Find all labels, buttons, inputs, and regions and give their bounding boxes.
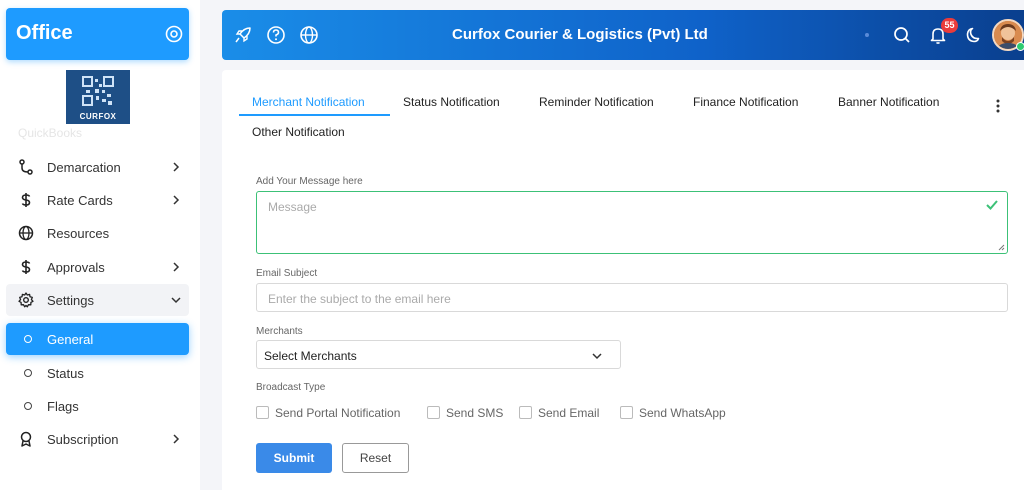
- award-icon: [20, 431, 32, 447]
- tab-reminder-notification[interactable]: Reminder Notification: [539, 95, 654, 109]
- sidebar-item-quickbooks: QuickBooks: [18, 126, 83, 140]
- check-icon: [986, 200, 998, 210]
- help-icon[interactable]: [266, 25, 286, 45]
- qr-code-icon: [82, 76, 114, 106]
- notification-settings-card: Merchant Notification Status Notificatio…: [222, 70, 1024, 490]
- merchants-selected-value: Select Merchants: [264, 349, 357, 363]
- message-label: Add Your Message here: [256, 176, 363, 187]
- email-subject-placeholder: Enter the subject to the email here: [268, 292, 451, 306]
- sidebar-item-label: Approvals: [47, 260, 105, 275]
- sidebar-item-rate-cards[interactable]: Rate Cards: [6, 184, 189, 216]
- sun-icon: [865, 33, 869, 37]
- checkbox-label: Send WhatsApp: [639, 406, 726, 420]
- chevron-right-icon: [173, 195, 180, 205]
- checkbox-label: Send Email: [538, 406, 600, 420]
- tab-finance-notification[interactable]: Finance Notification: [693, 95, 798, 109]
- search-icon[interactable]: [892, 25, 912, 45]
- gear-icon: [18, 292, 34, 308]
- sidebar-item-resources[interactable]: Resources: [6, 217, 189, 249]
- chevron-right-icon: [173, 162, 180, 172]
- company-logo: CURFOX: [66, 70, 130, 124]
- dollar-icon: [21, 193, 31, 207]
- sidebar-item-label: Subscription: [47, 432, 119, 447]
- chevron-down-icon: [592, 353, 602, 360]
- email-subject-input[interactable]: Enter the subject to the email here: [256, 283, 1008, 312]
- company-name: Curfox Courier & Logistics (Pvt) Ltd: [452, 26, 708, 43]
- merchants-select[interactable]: Select Merchants: [256, 340, 621, 369]
- email-subject-label: Email Subject: [256, 268, 318, 279]
- checkbox-box[interactable]: [620, 406, 633, 419]
- circle-icon: [24, 335, 32, 343]
- sidebar-item-label: Resources: [47, 226, 110, 241]
- sidebar-item-subscription[interactable]: Subscription: [6, 423, 189, 455]
- sidebar-item-label: Demarcation: [47, 160, 121, 175]
- sidebar-item-flags[interactable]: Flags: [6, 390, 189, 422]
- tab-merchant-notification[interactable]: Merchant Notification: [252, 95, 365, 109]
- route-icon: [19, 159, 33, 175]
- circle-icon: [24, 402, 32, 410]
- tab-banner-notification[interactable]: Banner Notification: [838, 95, 939, 109]
- sidebar: Office CURFOX QuickBooks Demarcation Rat…: [0, 0, 200, 490]
- globe-icon[interactable]: [299, 25, 319, 45]
- sidebar-item-label: Rate Cards: [47, 193, 113, 208]
- logo-text: CURFOX: [79, 112, 117, 121]
- submit-button[interactable]: Submit: [256, 443, 332, 473]
- sidebar-toggle-icon[interactable]: [165, 25, 183, 43]
- message-textarea[interactable]: Message: [256, 191, 1008, 254]
- sidebar-item-settings[interactable]: Settings: [6, 284, 189, 316]
- sidebar-item-label: Status: [47, 366, 84, 381]
- online-status-dot: [1016, 42, 1024, 51]
- tab-status-notification[interactable]: Status Notification: [403, 95, 500, 109]
- checkbox-label: Send SMS: [446, 406, 504, 420]
- merchants-label: Merchants: [256, 326, 303, 337]
- notification-badge: 55: [941, 18, 958, 33]
- checkbox-label: Send Portal Notification: [275, 406, 401, 420]
- chevron-right-icon: [173, 434, 180, 444]
- sidebar-item-general[interactable]: General: [6, 323, 189, 355]
- checkbox-box[interactable]: [256, 406, 269, 419]
- tab-other-notification[interactable]: Other Notification: [252, 125, 345, 139]
- dollar-icon: [21, 260, 31, 274]
- chevron-down-icon: [171, 297, 181, 304]
- circle-icon: [24, 369, 32, 377]
- sidebar-item-label: Flags: [47, 399, 79, 414]
- reset-button[interactable]: Reset: [342, 443, 409, 473]
- brand-title: Office: [16, 22, 73, 44]
- chevron-right-icon: [173, 262, 180, 272]
- active-tab-indicator: [239, 114, 390, 116]
- brand-bar: Office: [6, 8, 189, 60]
- message-placeholder: Message: [268, 200, 317, 214]
- checkbox-box[interactable]: [427, 406, 440, 419]
- sidebar-item-approvals[interactable]: Approvals: [6, 251, 189, 283]
- sidebar-item-status[interactable]: Status: [6, 357, 189, 389]
- sidebar-item-label: General: [47, 332, 94, 347]
- resize-handle-icon[interactable]: [998, 244, 1005, 251]
- rocket-icon[interactable]: [233, 25, 253, 45]
- sidebar-item-demarcation[interactable]: Demarcation: [6, 151, 189, 183]
- broadcast-type-label: Broadcast Type: [256, 382, 326, 393]
- top-header: Curfox Courier & Logistics (Pvt) Ltd 55: [222, 10, 1024, 60]
- checkbox-box[interactable]: [519, 406, 532, 419]
- moon-icon[interactable]: [964, 25, 984, 45]
- globe-icon: [18, 225, 34, 241]
- more-options-icon[interactable]: [992, 98, 1004, 114]
- sidebar-item-label: Settings: [47, 293, 94, 308]
